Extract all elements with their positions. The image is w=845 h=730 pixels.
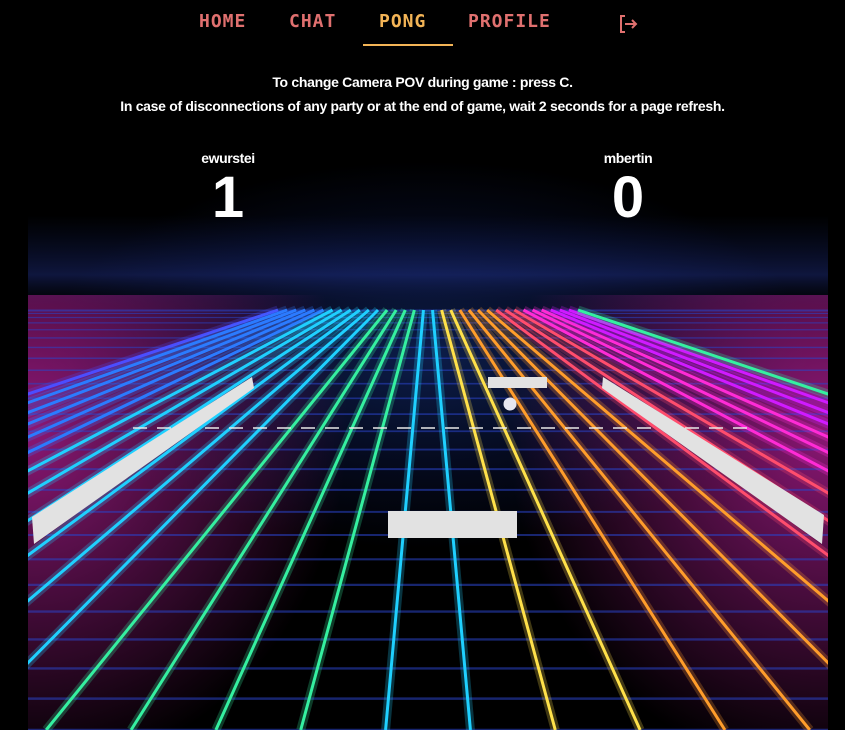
- game-canvas[interactable]: ewurstei 1 mbertin 0: [28, 125, 828, 730]
- player-right-score: 0: [611, 165, 645, 230]
- nav-profile[interactable]: PROFILE: [468, 10, 551, 34]
- logout-icon: [620, 15, 638, 33]
- player-right-name: mbertin: [603, 150, 653, 166]
- nav-pong[interactable]: PONG: [379, 10, 426, 34]
- logout-button[interactable]: [616, 12, 640, 36]
- pong-page: HOME CHAT PONG PROFILE To change Camera …: [0, 0, 845, 730]
- nav-chat[interactable]: CHAT: [289, 10, 336, 34]
- camera-instructions: To change Camera POV during game : press…: [272, 74, 573, 90]
- player-left-score: 1: [211, 165, 245, 230]
- far-paddle: [488, 377, 547, 388]
- player-left-name: ewurstei: [201, 150, 255, 166]
- ball: [503, 397, 517, 411]
- near-paddle: [388, 511, 517, 538]
- top-nav: HOME CHAT PONG PROFILE: [0, 0, 845, 48]
- disconnection-notice: In case of disconnections of any party o…: [120, 98, 725, 114]
- nav-home[interactable]: HOME: [199, 10, 246, 34]
- active-tab-underline: [363, 44, 453, 46]
- grid-scene: [28, 215, 828, 730]
